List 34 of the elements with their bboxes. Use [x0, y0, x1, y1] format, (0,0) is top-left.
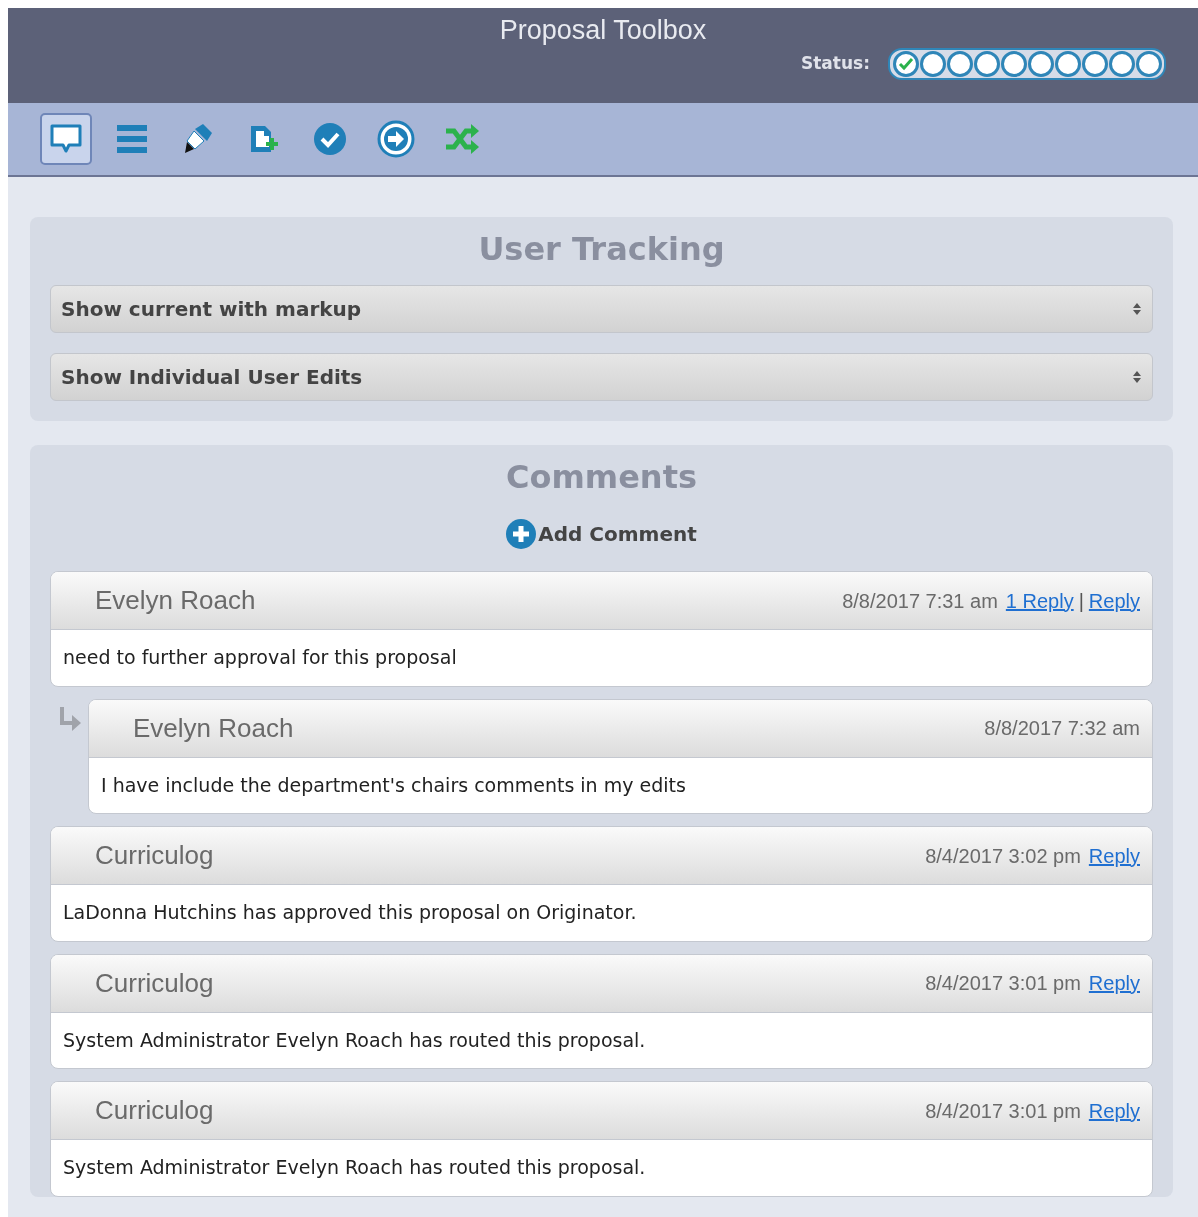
link-separator: | [1078, 588, 1084, 614]
dropdown-select[interactable]: Show Individual User Edits [50, 353, 1153, 401]
comment-author: Curriculog [95, 966, 214, 1000]
dropdown-select[interactable]: Show current with markup [50, 285, 1153, 333]
panel-title: User Tracking [477, 229, 726, 270]
comment-time: 8/8/2017 7:32 am [984, 716, 1140, 741]
panel-title: Comments [505, 457, 698, 498]
add-comment-button[interactable]: Add Comment [506, 519, 697, 549]
reply-link[interactable]: Reply [1088, 585, 1140, 616]
comment-text: LaDonna Hutchins has approved this proposal on Originator. [62, 900, 638, 925]
comment-time: 8/4/2017 3:01 pm [925, 1098, 1081, 1124]
plus-circle-icon [506, 519, 537, 549]
sort-caret-icon [1132, 369, 1142, 385]
comment-text: need to further approval for this proposal [62, 645, 458, 670]
status-label: Status: [801, 52, 870, 76]
reply-link[interactable]: Reply [1088, 840, 1140, 871]
comment-author: Evelyn Roach [133, 711, 294, 745]
comment-time: 8/4/2017 3:01 pm [925, 971, 1081, 996]
comment-author: Curriculog [95, 1094, 214, 1127]
sort-caret-icon [1132, 301, 1142, 317]
check-icon [897, 57, 914, 71]
comment-time: 8/4/2017 3:02 pm [925, 843, 1081, 869]
reply-link[interactable]: Reply [1088, 968, 1140, 998]
reply-link[interactable]: 1 Reply [1005, 585, 1074, 616]
comment-text: I have include the department's chairs comments in my edits [100, 772, 687, 798]
comment-text: System Administrator Evelyn Roach has routed this proposal. [62, 1027, 647, 1053]
comment-text: System Administrator Evelyn Roach has routed this proposal. [62, 1155, 647, 1180]
reply-arrow-icon [58, 704, 82, 733]
comment-author: Curriculog [95, 839, 214, 872]
reply-link[interactable]: Reply [1088, 1095, 1140, 1126]
comment-time: 8/8/2017 7:31 am [842, 588, 998, 614]
comment-author: Evelyn Roach [95, 584, 256, 617]
toolbox-title: Proposal Toolbox [498, 14, 708, 47]
comment-icon[interactable] [40, 113, 92, 165]
